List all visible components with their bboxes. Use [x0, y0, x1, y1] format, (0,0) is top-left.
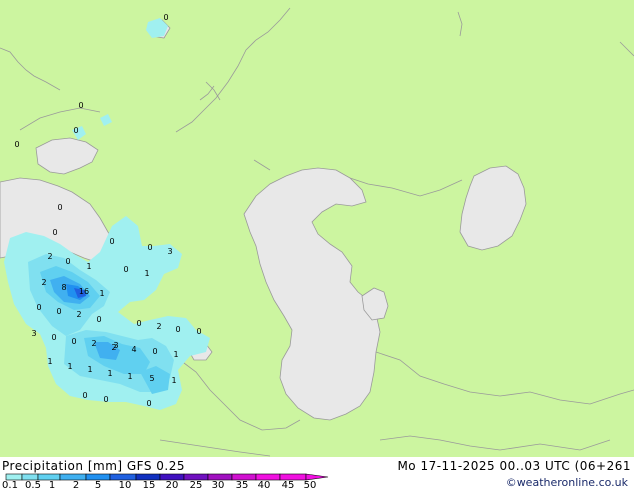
precip-value: 16	[79, 287, 89, 296]
precip-value: 1	[87, 365, 92, 374]
precip-value: 0	[73, 126, 78, 135]
precip-value: 0	[71, 337, 76, 346]
precip-value: 5	[149, 374, 154, 383]
precip-value: 0	[147, 243, 152, 252]
precip-value: 0	[103, 395, 108, 404]
precip-value: 0	[56, 307, 61, 316]
precip-value: 3	[113, 341, 118, 350]
precip-value: 8	[61, 283, 66, 292]
precip-value: 1	[173, 350, 178, 359]
precip-value: 1	[47, 357, 52, 366]
valid-time: Mo 17-11-2025 00..03 UTC (06+261	[397, 459, 631, 473]
map-title: Precipitation [mm] GFS 0.25	[2, 459, 186, 473]
precip-value: 0	[78, 101, 83, 110]
precip-value: 0	[14, 140, 19, 149]
precip-value: 0	[65, 257, 70, 266]
precip-value: 0	[82, 391, 87, 400]
precip-value: 0	[57, 203, 62, 212]
precip-value: 2	[47, 252, 52, 261]
precip-value: 2	[41, 278, 46, 287]
footer-bar: Precipitation [mm] GFS 0.25 Mo 17-11-202…	[0, 457, 634, 491]
credit-link[interactable]: ©weatheronline.co.uk	[506, 476, 628, 490]
precip-value: 2	[156, 322, 161, 331]
precip-value: 0	[196, 327, 201, 336]
precip-value: 0	[163, 13, 168, 22]
precip-value: 4	[131, 345, 136, 354]
precip-value: 0	[152, 347, 157, 356]
precip-value: 0	[96, 315, 101, 324]
precipitation-map: 00000000201 0 1328 16 10 0 20 0 2 03 0 0 2 23 4 0 1011 1 1…	[0, 0, 634, 457]
precip-value: 0	[36, 303, 41, 312]
precip-value: 0	[146, 399, 151, 408]
precip-value: 1	[127, 372, 132, 381]
precip-value: 0	[51, 333, 56, 342]
precip-value: 0	[175, 325, 180, 334]
precip-value: 0	[109, 237, 114, 246]
precip-value: 1	[86, 262, 91, 271]
precip-value: 0	[123, 265, 128, 274]
precip-value: 1	[99, 289, 104, 298]
precip-value: 0	[52, 228, 57, 237]
precip-value: 3	[167, 247, 172, 256]
precip-value: 1	[67, 362, 72, 371]
precip-value: 2	[76, 310, 81, 319]
precip-value: 1	[171, 376, 176, 385]
precip-value: 1	[144, 269, 149, 278]
precip-value: 0	[136, 319, 141, 328]
precip-value: 1	[107, 369, 112, 378]
precip-value: 2	[91, 339, 96, 348]
precip-value: 3	[31, 329, 36, 338]
